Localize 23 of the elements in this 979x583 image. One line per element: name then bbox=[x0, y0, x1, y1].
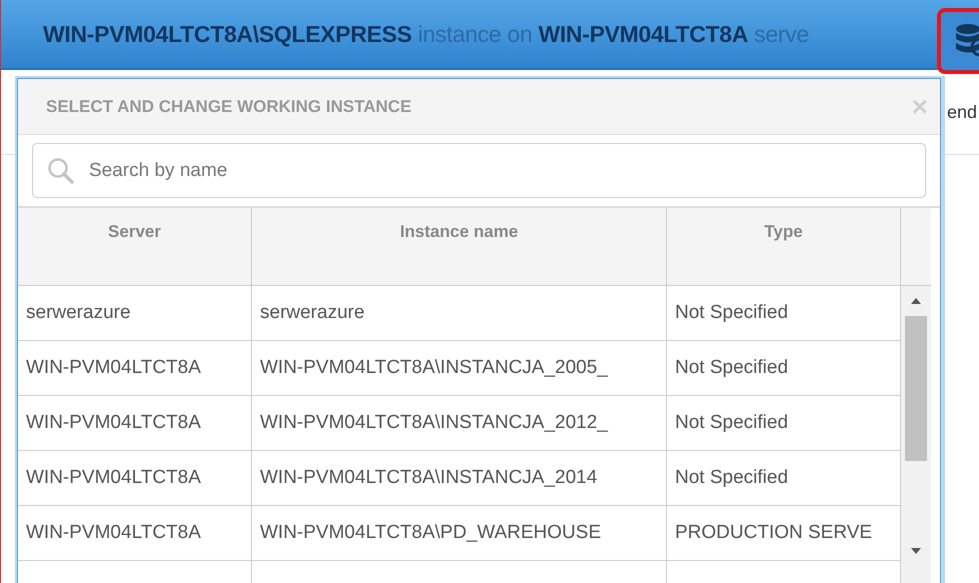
scroll-down-arrow-icon[interactable] bbox=[911, 548, 921, 554]
table-cell: WIN-PVM04LTCT8A bbox=[18, 396, 252, 451]
table-cell: WIN-PVM04LTCT8A bbox=[18, 506, 252, 561]
scrollbar-thumb[interactable] bbox=[905, 316, 927, 461]
table-cell: WIN-PVM04LTCT8A\PD_WAREHOUSE bbox=[252, 506, 667, 561]
search-field[interactable]: Search by name bbox=[32, 143, 926, 198]
instance-switch-button[interactable] bbox=[937, 8, 979, 74]
search-icon bbox=[48, 158, 74, 184]
table-cell: serwerazure bbox=[252, 286, 667, 341]
table-cell: WIN-PVM04LTCT8A\INSTANCJA_2012_ bbox=[252, 396, 667, 451]
table-cell: WIN-PVM04LTCT8A bbox=[18, 451, 252, 506]
table-cell: WIN-PVM04LTCT8A\INSTANCJA_2005_ bbox=[252, 341, 667, 396]
column-header[interactable]: Type bbox=[667, 208, 901, 286]
column-header[interactable]: Instance name bbox=[252, 208, 667, 286]
table-cell: WIN-PVM04LTCT8A bbox=[18, 341, 252, 396]
dialog-title: SELECT AND CHANGE WORKING INSTANCE bbox=[46, 96, 412, 116]
background-label: end bbox=[946, 102, 977, 122]
table-cell: WIN-PVM04LTCT8A\INSTANCJA_2014 bbox=[252, 451, 667, 506]
column-header[interactable]: Server bbox=[18, 208, 252, 286]
database-refresh-icon bbox=[955, 23, 979, 59]
scrollbar[interactable] bbox=[901, 286, 931, 583]
table-cell: serwerazure bbox=[18, 286, 252, 341]
scroll-up-arrow-icon[interactable] bbox=[911, 298, 921, 304]
